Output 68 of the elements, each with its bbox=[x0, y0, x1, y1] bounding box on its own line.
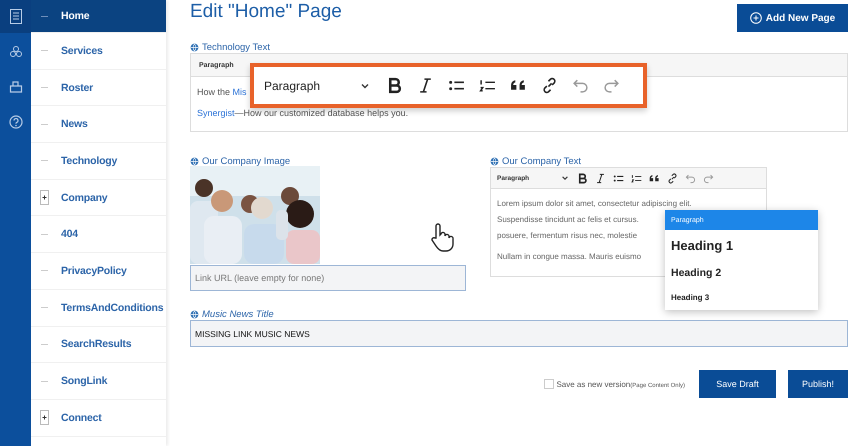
sidebar-item[interactable]: SearchResults bbox=[31, 326, 166, 364]
page-title: Edit "Home" Page bbox=[190, 0, 342, 24]
text-link[interactable]: Synergist bbox=[197, 108, 235, 118]
help-icon[interactable] bbox=[8, 114, 22, 128]
bold-icon[interactable] bbox=[386, 77, 403, 94]
link-url-field[interactable]: Link URL (leave empty for none) bbox=[190, 265, 466, 291]
chevron-down-icon[interactable] bbox=[561, 174, 569, 182]
printer-icon[interactable] bbox=[8, 80, 22, 94]
editor-text: posuere, fermentum risus nec, molestie bbox=[497, 230, 638, 242]
dash-icon bbox=[41, 344, 48, 345]
numbered-list-icon[interactable] bbox=[479, 77, 496, 94]
undo-icon[interactable] bbox=[685, 172, 696, 184]
editor-text: How the bbox=[197, 87, 232, 97]
sidebar-item[interactable]: PrivacyPolicy bbox=[31, 253, 166, 290]
sidebar-item[interactable]: Roster bbox=[31, 70, 166, 106]
sidebar-item[interactable]: Services bbox=[31, 33, 166, 70]
italic-icon[interactable] bbox=[595, 172, 606, 184]
list-icon[interactable] bbox=[10, 9, 22, 24]
bold-icon[interactable] bbox=[577, 172, 588, 184]
globe-icon bbox=[190, 156, 199, 166]
field-label: Our Company Text bbox=[502, 156, 582, 166]
redo-icon[interactable] bbox=[703, 172, 714, 184]
bulleted-list-icon[interactable] bbox=[613, 172, 624, 184]
editor-text: —How our customized database helps you. bbox=[234, 108, 408, 118]
menu-option[interactable]: Heading 3 bbox=[665, 285, 818, 310]
undo-icon[interactable] bbox=[572, 77, 589, 94]
expand-icon[interactable] bbox=[40, 410, 49, 426]
sidebar-item[interactable]: Connect bbox=[31, 400, 166, 437]
field-label: Technology Text bbox=[202, 42, 270, 52]
sidebar-item[interactable]: Company bbox=[31, 180, 166, 216]
sidebar-item[interactable]: Technology bbox=[31, 143, 166, 180]
people-icon[interactable] bbox=[8, 44, 22, 58]
add-new-page-button[interactable]: Add New Page bbox=[737, 4, 848, 32]
sidebar-item[interactable]: TermsAndConditions bbox=[31, 290, 166, 326]
redo-icon[interactable] bbox=[603, 77, 620, 94]
format-dropdown[interactable]: Paragraph bbox=[264, 78, 350, 92]
globe-icon bbox=[190, 310, 199, 318]
action-button[interactable]: Publish! bbox=[788, 370, 848, 398]
dash-icon bbox=[41, 50, 48, 52]
link-icon[interactable] bbox=[541, 77, 558, 94]
field-label: Music News Title bbox=[202, 308, 274, 320]
sidebar-item[interactable]: News bbox=[31, 106, 166, 144]
dash-icon bbox=[41, 124, 48, 125]
dash-icon bbox=[41, 87, 48, 88]
sidebar-item[interactable]: SongLink bbox=[31, 363, 166, 400]
editor-text: Suspendisse tincidunt ac felis et cursus. bbox=[497, 214, 639, 226]
field-label: Our Company Image bbox=[202, 156, 290, 166]
dash-icon bbox=[41, 380, 48, 382]
title-field[interactable]: MISSING LINK MUSIC NEWS bbox=[190, 320, 848, 347]
link-icon[interactable] bbox=[667, 172, 678, 184]
menu-option[interactable]: Heading 2 bbox=[665, 260, 818, 285]
action-button[interactable]: Save Draft bbox=[698, 370, 776, 398]
expand-icon[interactable] bbox=[40, 190, 49, 206]
text-link[interactable]: Mis bbox=[232, 87, 247, 97]
dash-icon bbox=[41, 160, 48, 162]
sidebar-item[interactable]: 404 bbox=[31, 216, 166, 254]
editor-text: Nullam in congue massa. Mauris euismo bbox=[497, 251, 642, 263]
editor-text: Lorem ipsum dolor sit amet, consectetur adipiscing elit. bbox=[497, 198, 692, 210]
quote-icon[interactable] bbox=[649, 172, 660, 184]
dash-icon bbox=[41, 234, 48, 235]
menu-option[interactable]: Heading 1 bbox=[665, 230, 818, 260]
sidebar-item[interactable]: Home bbox=[31, 0, 166, 33]
dash-icon bbox=[41, 270, 48, 272]
italic-icon[interactable] bbox=[417, 77, 434, 94]
dash-icon bbox=[41, 307, 48, 308]
plus-circle-icon bbox=[750, 12, 762, 24]
numbered-list-icon[interactable] bbox=[631, 172, 642, 184]
checkbox[interactable] bbox=[544, 379, 554, 389]
